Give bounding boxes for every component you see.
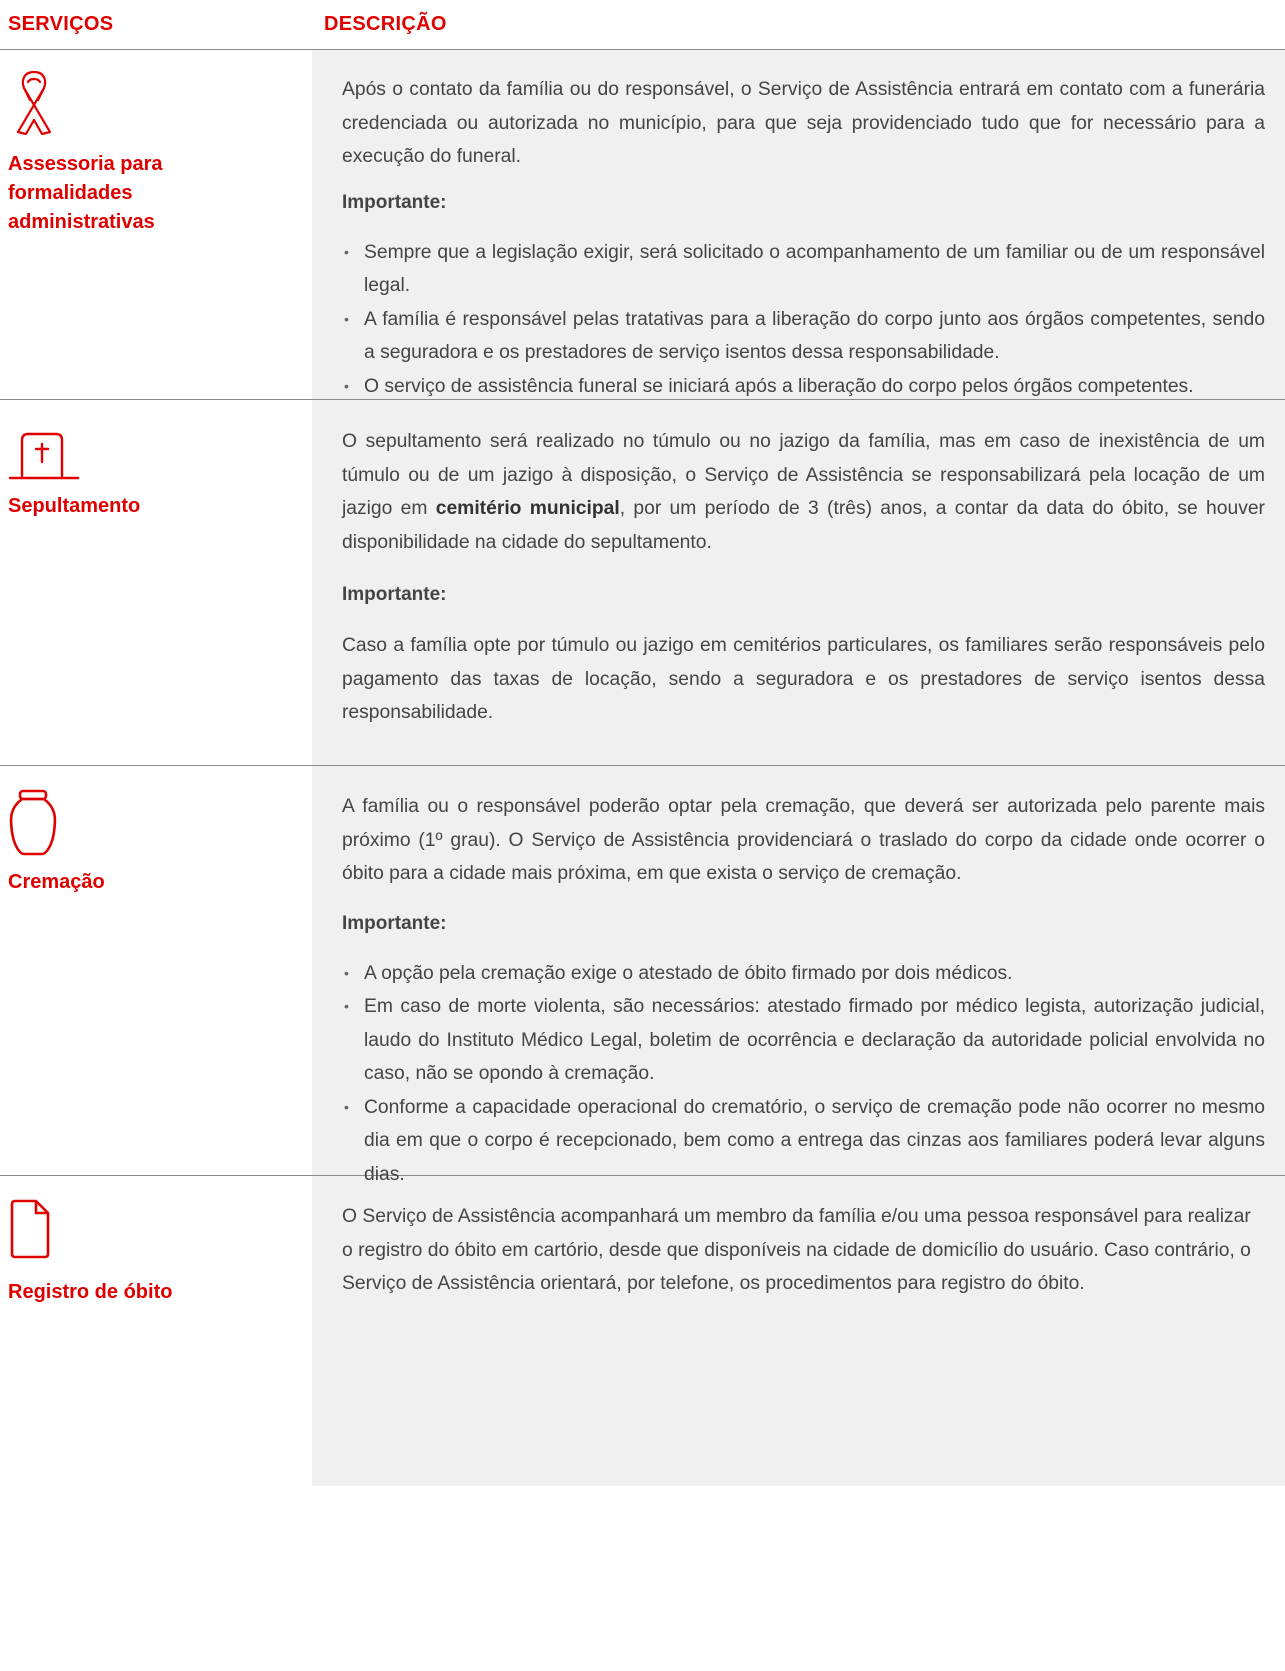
description-cell: O sepultamento será realizado no túmulo … <box>312 400 1285 765</box>
important-label: Importante: <box>342 912 447 934</box>
table-row: Registro de óbito O Serviço de Assistênc… <box>0 1176 1285 1670</box>
services-table: SERVIÇOS DESCRIÇÃO Assessoria para forma… <box>0 0 1285 1670</box>
service-name: Cremação <box>8 871 105 893</box>
description-cell: O Serviço de Assistência acompanhará um … <box>312 1176 1285 1486</box>
important-text: Caso a família opte por túmulo ou jazigo… <box>342 635 1265 723</box>
header-col-services: SERVIÇOS <box>0 13 312 36</box>
ribbon-icon <box>16 70 52 136</box>
important-label: Importante: <box>342 584 447 605</box>
table-header: SERVIÇOS DESCRIÇÃO <box>0 0 1285 50</box>
description-cell: A família ou o responsável poderão optar… <box>312 766 1285 1185</box>
header-services-label: SERVIÇOS <box>8 13 114 35</box>
list-item: Em caso de morte violenta, são necessári… <box>342 990 1265 1091</box>
service-cell: Registro de óbito <box>0 1176 312 1670</box>
list-item: Sempre que a legislação exigir, será sol… <box>342 236 1265 303</box>
service-description: Após o contato da família ou do responsá… <box>342 79 1265 167</box>
document-icon <box>10 1199 50 1259</box>
service-description: A família ou o responsável poderão optar… <box>342 796 1265 884</box>
tombstone-icon <box>8 432 80 480</box>
service-name: Registro de óbito <box>8 1281 173 1303</box>
service-description: O Serviço de Assistência acompanhará um … <box>342 1206 1251 1294</box>
table-row: Cremação A família ou o responsável pode… <box>0 766 1285 1185</box>
service-name: Sepultamento <box>8 495 141 517</box>
service-description: O sepultamento será realizado no túmulo … <box>342 425 1265 559</box>
service-name: Assessoria para formalidades administrat… <box>8 153 163 233</box>
header-description-label: DESCRIÇÃO <box>324 13 447 35</box>
service-cell: Cremação <box>0 766 312 1175</box>
description-cell: Após o contato da família ou do responsá… <box>312 50 1285 403</box>
list-item: O serviço de assistência funeral se inic… <box>342 370 1265 404</box>
table-row: Sepultamento O sepultamento será realiza… <box>0 400 1285 766</box>
service-cell: Assessoria para formalidades administrat… <box>0 50 312 399</box>
important-list: A opção pela cremação exige o atestado d… <box>342 957 1265 1192</box>
important-label: Importante: <box>342 191 447 213</box>
service-cell: Sepultamento <box>0 400 312 765</box>
list-item: A opção pela cremação exige o atestado d… <box>342 957 1265 991</box>
header-col-description: DESCRIÇÃO <box>312 13 447 36</box>
list-item: A família é responsável pelas tratativas… <box>342 303 1265 370</box>
important-list: Sempre que a legislação exigir, será sol… <box>342 236 1265 404</box>
list-item: Conforme a capacidade operacional do cre… <box>342 1091 1265 1192</box>
urn-icon <box>9 789 57 856</box>
table-row: Assessoria para formalidades administrat… <box>0 50 1285 403</box>
description-bold: cemitério municipal <box>435 498 620 519</box>
